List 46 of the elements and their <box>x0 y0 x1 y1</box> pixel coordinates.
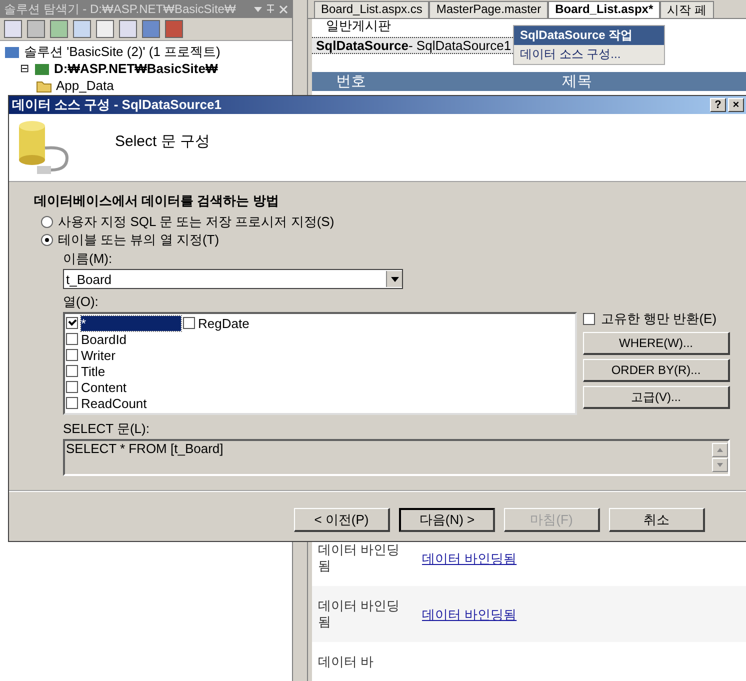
sql-text-area[interactable]: SELECT * FROM [t_Board] <box>63 439 730 476</box>
column-item[interactable]: BoardId <box>81 332 127 346</box>
document-tab[interactable]: 시작 페 <box>660 1 714 18</box>
query-button[interactable]: ORDER BY(R)... <box>583 359 730 382</box>
collapse-icon[interactable]: ⊟ <box>20 62 30 75</box>
column-item[interactable]: RegDate <box>198 316 250 330</box>
bound-link[interactable]: 데이터 바인딩됨 <box>402 550 517 568</box>
document-tab[interactable]: MasterPage.master <box>429 1 548 18</box>
column-item[interactable]: Title <box>81 364 106 378</box>
query-button[interactable]: 고급(V)... <box>583 386 730 409</box>
document-tab[interactable]: Board_List.aspx* <box>548 1 660 18</box>
field-label: SELECT 문(L): <box>63 420 150 438</box>
menu-item[interactable]: 데이터 소스 구성... <box>514 45 664 64</box>
wizard-button[interactable]: 취소 <box>609 508 705 532</box>
checkbox-label: 고유한 행만 반환(E) <box>601 310 717 328</box>
tree-item[interactable]: App_Data <box>56 78 114 93</box>
column-header: 번호 <box>335 72 367 91</box>
column-item[interactable]: * <box>81 316 181 330</box>
menu-title: SqlDataSource 작업 <box>514 26 664 45</box>
radio-label: 사용자 지정 SQL 문 또는 저장 프로시저 지정(S) <box>58 213 334 231</box>
table-cell-text: 데이터 바인딩됨 <box>317 598 401 630</box>
wizard-button[interactable]: 다음(N) > <box>399 508 495 532</box>
field-label: 열(O): <box>63 293 100 311</box>
help-button[interactable]: ? <box>710 98 726 112</box>
table-cell-text: 데이터 바 <box>317 654 375 670</box>
field-label: 이름(M): <box>63 250 114 268</box>
column-item[interactable]: Content <box>81 380 127 394</box>
page-heading: 일반게시판 <box>325 19 392 33</box>
wizard-button[interactable]: < 이전(P) <box>294 508 390 532</box>
query-button[interactable]: WHERE(W)... <box>583 332 730 355</box>
bound-link[interactable]: 데이터 바인딩됨 <box>402 606 517 624</box>
datasource-control[interactable]: SqlDataSource- SqlDataSource1 <box>312 37 516 54</box>
radio-label: 테이블 또는 뷰의 열 지정(T) <box>58 231 220 249</box>
tree-item[interactable]: D:₩ASP.NET₩BasicSite₩ <box>54 61 218 76</box>
column-item[interactable]: ReadCount <box>81 396 147 410</box>
panel-title: 솔루션 탐색기 - D:₩ASP.NET₩BasicSite₩ <box>4 0 237 18</box>
column-item[interactable]: Writer <box>81 348 116 362</box>
section-label: 데이터베이스에서 데이터를 검색하는 방법 <box>34 192 280 210</box>
table-dropdown[interactable]: t_Board <box>63 269 403 289</box>
dialog-title: 데이터 소스 구성 - SqlDataSource1 <box>12 96 222 114</box>
step-heading: Select 문 구성 <box>115 132 210 151</box>
tree-item[interactable]: 솔루션 'BasicSite (2)' (1 프로젝트) <box>24 42 220 60</box>
document-tab[interactable]: Board_List.aspx.cs <box>314 1 430 18</box>
table-cell-text: 데이터 바인딩됨 <box>317 542 401 574</box>
column-header: 제목 <box>561 72 594 91</box>
close-button[interactable]: × <box>728 98 744 112</box>
